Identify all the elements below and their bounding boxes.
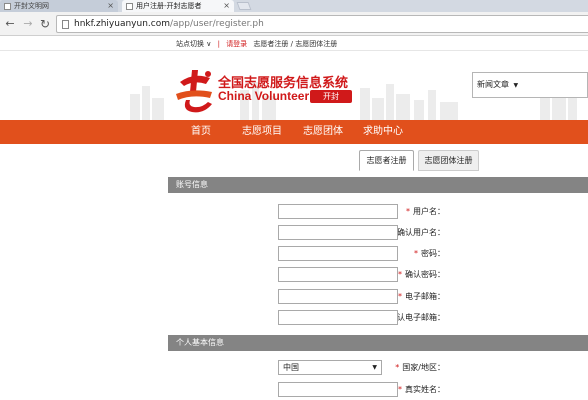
nav-item-groups[interactable]: 志愿团体	[303, 120, 343, 144]
form-row-confirm-email: *确认电子邮箱：	[168, 310, 588, 326]
close-icon[interactable]: ×	[223, 0, 230, 12]
reload-icon[interactable]: ↻	[38, 17, 52, 31]
main-nav: 首页 志愿项目 志愿团体 求助中心	[0, 120, 588, 144]
required-marker: *	[398, 385, 402, 394]
browser-tab-active[interactable]: 用户注册-开封志愿者 ×	[122, 0, 234, 12]
realname-label: 真实姓名：	[405, 385, 445, 394]
new-tab-button[interactable]	[236, 2, 252, 10]
page-icon	[4, 3, 11, 10]
tab-volunteer-register[interactable]: 志愿者注册	[359, 150, 414, 171]
form-row-email: * 电子邮箱：	[168, 289, 588, 305]
confirm-password-input[interactable]	[278, 267, 398, 282]
email-input[interactable]	[278, 289, 398, 304]
confirm-password-label: 确认密码：	[405, 270, 445, 279]
browser-tab[interactable]: 开封文明网 ×	[0, 0, 118, 12]
login-link[interactable]: 请登录	[226, 40, 247, 48]
browser-tab-strip: 开封文明网 × 用户注册-开封志愿者 ×	[0, 0, 588, 12]
required-marker: *	[395, 363, 400, 372]
site-header: 全国志愿服务信息系统 China Volunteer 开封 新闻文章 ▼	[0, 52, 588, 120]
chevron-down-icon: ▼	[513, 82, 519, 89]
tab-group-register[interactable]: 志愿团体注册	[418, 150, 479, 171]
nav-item-projects[interactable]: 志愿项目	[242, 120, 282, 144]
country-select[interactable]: 中国 ▼	[278, 360, 382, 375]
forward-arrow-icon[interactable]: →	[21, 17, 35, 31]
address-bar[interactable]: hnkf.zhiyuanyun.com/app/user/register.ph	[56, 15, 588, 33]
back-arrow-icon[interactable]: ←	[3, 17, 17, 31]
chevron-down-icon: ▼	[372, 364, 377, 371]
country-label: 国家/地区：	[402, 363, 445, 372]
username-label: 用户名：	[413, 207, 445, 216]
section-personal-header: 个人基本信息	[168, 335, 588, 351]
search-type-select[interactable]: 新闻文章 ▼	[472, 72, 588, 98]
confirm-username-label: 确认用户名：	[397, 228, 445, 237]
required-marker: *	[414, 249, 418, 258]
email-label: 电子邮箱：	[405, 292, 445, 301]
url-text[interactable]: hnkf.zhiyuanyun.com/app/user/register.ph	[74, 16, 264, 32]
register-links[interactable]: 志愿者注册 / 志愿团体注册	[253, 40, 337, 48]
password-input[interactable]	[278, 246, 398, 261]
page-icon	[62, 20, 69, 29]
form-row-confirm-password: * 确认密码：	[168, 267, 588, 283]
form-row-realname: * 真实姓名：	[168, 382, 588, 398]
realname-input[interactable]	[278, 382, 398, 397]
required-marker: *	[398, 292, 402, 301]
browser-toolbar: ← → ↻ hnkf.zhiyuanyun.com/app/user/regis…	[0, 12, 588, 36]
tab-title: 开封文明网	[14, 2, 49, 10]
form-row-username: * 用户名：	[168, 204, 588, 220]
utility-bar: 站点切换 ∨ | 请登录 志愿者注册 / 志愿团体注册	[0, 37, 588, 51]
separator: |	[217, 40, 220, 48]
nav-item-help[interactable]: 求助中心	[363, 120, 403, 144]
form-row-country: * 国家/地区： 中国 ▼	[168, 360, 588, 376]
required-marker: *	[406, 207, 410, 216]
tab-title: 用户注册-开封志愿者	[136, 2, 202, 10]
form-row-confirm-username: *确认用户名：	[168, 225, 588, 241]
form-row-password: * 密码：	[168, 246, 588, 262]
section-account-header: 账号信息	[168, 177, 588, 193]
required-marker: *	[398, 270, 402, 279]
close-icon[interactable]: ×	[107, 0, 114, 12]
site-switch-link[interactable]: 站点切换 ∨	[176, 40, 211, 48]
site-subtitle: China Volunteer	[218, 89, 310, 103]
password-label: 密码：	[421, 249, 445, 258]
nav-item-home[interactable]: 首页	[191, 120, 211, 144]
city-badge: 开封	[310, 90, 352, 103]
confirm-email-input[interactable]	[278, 310, 398, 325]
country-value: 中国	[283, 363, 299, 372]
page-icon	[126, 3, 133, 10]
volunteer-logo-icon	[176, 70, 212, 113]
username-input[interactable]	[278, 204, 398, 219]
search-type-value: 新闻文章	[477, 80, 509, 89]
confirm-username-input[interactable]	[278, 225, 398, 240]
